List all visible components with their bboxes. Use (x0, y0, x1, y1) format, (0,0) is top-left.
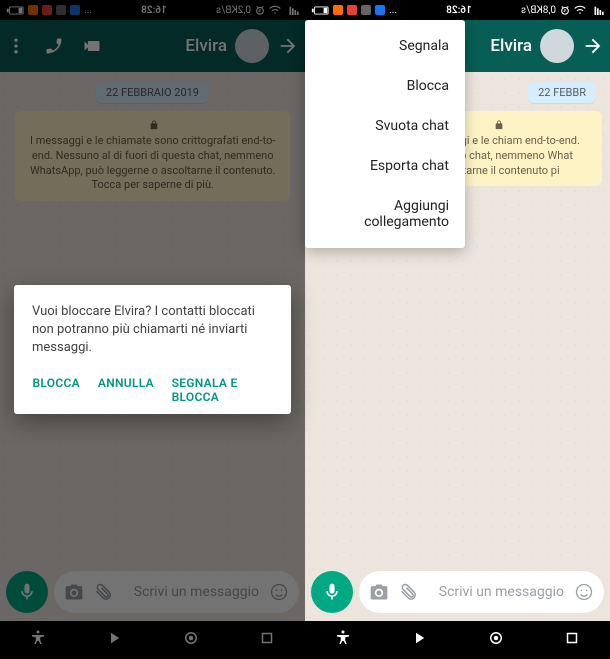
status-bar: 0,8KB/s 16:28 ... (305, 0, 610, 20)
notif-icon (347, 5, 357, 15)
overflow-menu: Segnala Blocca Svuota chat Esporta chat … (305, 20, 465, 248)
alarm-icon (560, 5, 570, 15)
nav-accessibility-icon[interactable] (334, 629, 352, 651)
menu-item-clear[interactable]: Svuota chat (305, 106, 465, 146)
camera-icon[interactable] (369, 582, 389, 602)
android-nav-bar (305, 621, 610, 659)
dialog-message: Vuoi bloccare Elvira? I contatti bloccat… (32, 303, 273, 358)
status-time: 16:28 (403, 5, 515, 16)
composer-bar: Scrivi un messaggio (305, 569, 610, 621)
signal-icon (590, 5, 604, 15)
notif-icon (375, 5, 385, 15)
dialog-report-block-button[interactable]: SEGNALA E BLOCCA (172, 376, 273, 404)
back-icon[interactable] (582, 35, 604, 57)
menu-item-shortcut[interactable]: Aggiungi collegamento (305, 186, 465, 242)
screenshot-pane-dialog: 0,2KB/s 16:28 ... Elvira (0, 0, 305, 659)
nav-home-icon[interactable] (487, 629, 505, 651)
screenshot-pane-menu: 0,8KB/s 16:28 ... Elvira (305, 0, 610, 659)
block-confirm-dialog: Vuoi bloccare Elvira? I contatti bloccat… (14, 285, 291, 414)
wifi-icon (574, 5, 586, 15)
avatar[interactable] (540, 29, 574, 63)
dialog-block-button[interactable]: BLOCCA (32, 376, 80, 404)
message-input[interactable]: Scrivi un messaggio (359, 571, 604, 613)
notif-icon (333, 5, 343, 15)
network-speed: 0,8KB/s (521, 5, 556, 16)
dialog-cancel-button[interactable]: ANNULLA (98, 376, 154, 404)
emoji-icon[interactable] (574, 582, 594, 602)
nav-recent-icon[interactable] (563, 629, 581, 651)
attach-icon[interactable] (399, 582, 419, 602)
menu-item-report[interactable]: Segnala (305, 26, 465, 66)
notif-icon (361, 5, 371, 15)
mic-button[interactable] (311, 571, 353, 613)
date-badge: 22 FEBBR (528, 82, 596, 103)
message-placeholder: Scrivi un messaggio (429, 584, 564, 600)
menu-item-export[interactable]: Esporta chat (305, 146, 465, 186)
nav-back-icon[interactable] (410, 629, 428, 651)
lock-icon (494, 120, 504, 130)
menu-item-block[interactable]: Blocca (305, 66, 465, 106)
battery-icon (311, 6, 329, 15)
